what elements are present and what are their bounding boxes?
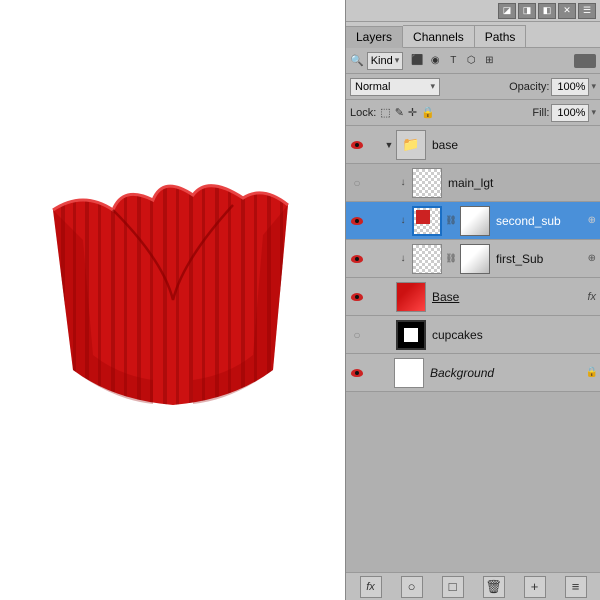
layer-row-base-layer[interactable]: Base fx — [346, 278, 600, 316]
layer-thumb-base: 📁 — [396, 130, 426, 160]
panel-menu-button[interactable]: ≡ — [565, 576, 587, 598]
chain-icon-second-sub: ⛓ — [444, 214, 458, 228]
visibility-icon-cupcakes[interactable]: ○ — [348, 326, 366, 344]
search-row: 🔍 Kind ▾ ⬛ ◉ T ⬡ ⊞ — [346, 48, 600, 74]
opacity-label: Opacity: — [509, 81, 549, 93]
fill-arrow[interactable]: ▾ — [591, 107, 596, 118]
link-icon-second-sub: ↓ — [396, 214, 410, 228]
kind-dropdown[interactable]: Kind ▾ — [367, 52, 404, 70]
opacity-input[interactable]: 100% — [551, 78, 589, 96]
filter-toggle[interactable] — [574, 54, 596, 68]
link-icon-main-lgt: ↓ — [396, 176, 410, 190]
filter-icons: ⬛ ◉ T ⬡ ⊞ — [410, 54, 496, 68]
blend-row: Normal ▾ Opacity: 100% ▾ — [346, 74, 600, 100]
fill-label: Fill: — [532, 107, 549, 119]
filter-type-icon[interactable]: T — [446, 54, 460, 68]
toolbar-icon-5[interactable]: ☰ — [578, 3, 596, 19]
layer-name-cupcakes: cupcakes — [428, 328, 598, 342]
tab-paths[interactable]: Paths — [475, 25, 527, 47]
layer-thumb-main-lgt — [412, 168, 442, 198]
layer-name-first-sub: first_Sub — [492, 252, 586, 266]
layer-name-main-lgt: main_lgt — [444, 176, 598, 190]
visibility-icon-first-sub[interactable] — [348, 250, 366, 268]
layer-mask-thumb-first-sub — [460, 244, 490, 274]
lock-transparent-icon[interactable]: ⬚ — [380, 106, 390, 119]
layer-mask-thumb-second-sub — [460, 206, 490, 236]
lock-icons: ⬚ ✎ ✛ 🔒 — [380, 106, 435, 119]
toolbar-icon-4[interactable]: ✕ — [558, 3, 576, 19]
fx-label: fx — [587, 291, 596, 303]
filter-shape-icon[interactable]: ⬡ — [464, 54, 478, 68]
layers-panel: ◪ ◨ ◧ ✕ ☰ Layers Channels Paths 🔍 Kind ▾… — [345, 0, 600, 600]
bottom-toolbar: fx ○ □ 🗑 + ≡ — [346, 572, 600, 600]
new-group-button[interactable]: □ — [442, 576, 464, 598]
layer-row-cupcakes[interactable]: ○ cupcakes — [346, 316, 600, 354]
layer-name-second-sub: second_sub — [492, 214, 586, 228]
layer-thumb-base-layer — [396, 282, 426, 312]
filter-smart-icon[interactable]: ⊞ — [482, 54, 496, 68]
chain-icon-first-sub: ⛓ — [444, 252, 458, 266]
fx-button[interactable]: fx — [360, 576, 382, 598]
toolbar-icon-1[interactable]: ◪ — [498, 3, 516, 19]
visibility-icon-background[interactable] — [348, 364, 366, 382]
filter-adjust-icon[interactable]: ◉ — [428, 54, 442, 68]
visibility-icon-base-layer[interactable] — [348, 288, 366, 306]
layer-name-base: base — [428, 138, 598, 152]
new-layer-button[interactable]: + — [524, 576, 546, 598]
visibility-icon-main-lgt[interactable]: ○ — [348, 174, 366, 192]
lock-icon-background: 🔒 — [586, 367, 598, 379]
layer-row-main-lgt[interactable]: ○ ↓ main_lgt — [346, 164, 600, 202]
tab-channels[interactable]: Channels — [403, 25, 475, 47]
fill-section: Fill: 100% ▾ — [532, 104, 596, 122]
kind-dropdown-arrow: ▾ — [395, 55, 400, 66]
tab-layers[interactable]: Layers — [346, 26, 403, 48]
layer-thumb-background — [394, 358, 424, 388]
new-fill-adjustment-button[interactable]: ○ — [401, 576, 423, 598]
layer-name-background: Background — [426, 366, 584, 380]
visibility-icon-second-sub[interactable] — [348, 212, 366, 230]
canvas-area — [0, 0, 345, 600]
options-icon-first-sub[interactable]: ⊕ — [588, 253, 596, 264]
cupcake-artwork — [33, 180, 313, 420]
top-toolbar: ◪ ◨ ◧ ✕ ☰ — [346, 0, 600, 22]
layer-thumb-cupcakes — [396, 320, 426, 350]
blend-mode-dropdown[interactable]: Normal ▾ — [350, 78, 440, 96]
blend-dropdown-arrow: ▾ — [430, 81, 435, 92]
lock-label: Lock: — [350, 107, 376, 119]
visibility-icon-base[interactable] — [348, 136, 366, 154]
opacity-section: Opacity: 100% ▾ — [509, 78, 596, 96]
group-expand-arrow[interactable]: ▼ — [384, 140, 394, 150]
lock-all-icon[interactable]: 🔒 — [421, 106, 435, 119]
layer-row-background[interactable]: Background 🔒 — [346, 354, 600, 392]
search-icon: 🔍 — [350, 54, 364, 67]
opacity-arrow[interactable]: ▾ — [591, 81, 596, 92]
layer-row-group-base[interactable]: ▼ 📁 base — [346, 126, 600, 164]
layer-thumb-first-sub — [412, 244, 442, 274]
lock-move-icon[interactable]: ✛ — [408, 106, 417, 119]
fill-input[interactable]: 100% — [551, 104, 589, 122]
layer-thumb-second-sub — [412, 206, 442, 236]
tabs-row: Layers Channels Paths — [346, 22, 600, 48]
delete-layer-button[interactable]: 🗑 — [483, 576, 505, 598]
layer-name-base-layer: Base — [428, 290, 585, 304]
layer-row-second-sub[interactable]: ↓ ⛓ second_sub ⊕ — [346, 202, 600, 240]
options-icon-second-sub[interactable]: ⊕ — [588, 215, 596, 226]
lock-paint-icon[interactable]: ✎ — [395, 106, 404, 119]
link-icon-first-sub: ↓ — [396, 252, 410, 266]
toolbar-icon-2[interactable]: ◨ — [518, 3, 536, 19]
filter-pixel-icon[interactable]: ⬛ — [410, 54, 424, 68]
folder-icon: 📁 — [402, 136, 419, 153]
layers-list: ▼ 📁 base ○ ↓ main_lgt ↓ ⛓ — [346, 126, 600, 572]
layer-row-first-sub[interactable]: ↓ ⛓ first_Sub ⊕ — [346, 240, 600, 278]
lock-row: Lock: ⬚ ✎ ✛ 🔒 Fill: 100% ▾ — [346, 100, 600, 126]
toolbar-icon-3[interactable]: ◧ — [538, 3, 556, 19]
